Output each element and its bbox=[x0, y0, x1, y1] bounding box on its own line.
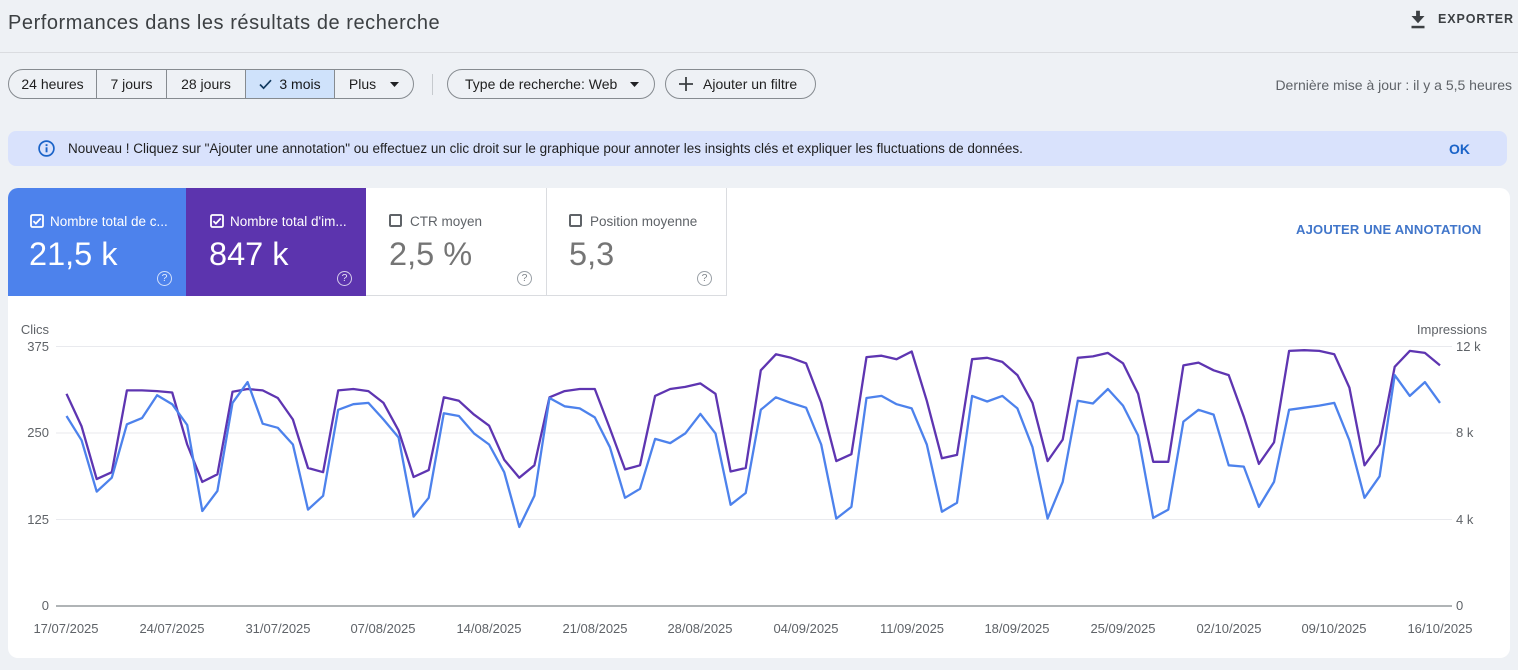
svg-text:16/10/2025: 16/10/2025 bbox=[1407, 621, 1472, 636]
svg-text:11/09/2025: 11/09/2025 bbox=[880, 621, 944, 636]
svg-text:Impressions: Impressions bbox=[1417, 322, 1488, 337]
svg-text:28/08/2025: 28/08/2025 bbox=[667, 621, 732, 636]
svg-text:8 k: 8 k bbox=[1456, 425, 1474, 440]
svg-text:07/08/2025: 07/08/2025 bbox=[350, 621, 415, 636]
svg-text:14/08/2025: 14/08/2025 bbox=[456, 621, 521, 636]
svg-text:31/07/2025: 31/07/2025 bbox=[245, 621, 310, 636]
svg-text:18/09/2025: 18/09/2025 bbox=[984, 621, 1049, 636]
svg-text:0: 0 bbox=[1456, 598, 1463, 613]
svg-text:02/10/2025: 02/10/2025 bbox=[1196, 621, 1261, 636]
svg-text:21/08/2025: 21/08/2025 bbox=[562, 621, 627, 636]
svg-text:250: 250 bbox=[27, 425, 49, 440]
svg-text:04/09/2025: 04/09/2025 bbox=[773, 621, 838, 636]
svg-text:Clics: Clics bbox=[21, 322, 50, 337]
svg-text:12 k: 12 k bbox=[1456, 339, 1481, 354]
svg-text:09/10/2025: 09/10/2025 bbox=[1301, 621, 1366, 636]
svg-text:125: 125 bbox=[27, 512, 49, 527]
svg-text:24/07/2025: 24/07/2025 bbox=[139, 621, 204, 636]
svg-text:25/09/2025: 25/09/2025 bbox=[1090, 621, 1155, 636]
svg-text:0: 0 bbox=[42, 598, 49, 613]
svg-text:17/07/2025: 17/07/2025 bbox=[33, 621, 98, 636]
svg-text:375: 375 bbox=[27, 339, 49, 354]
svg-text:4 k: 4 k bbox=[1456, 512, 1474, 527]
